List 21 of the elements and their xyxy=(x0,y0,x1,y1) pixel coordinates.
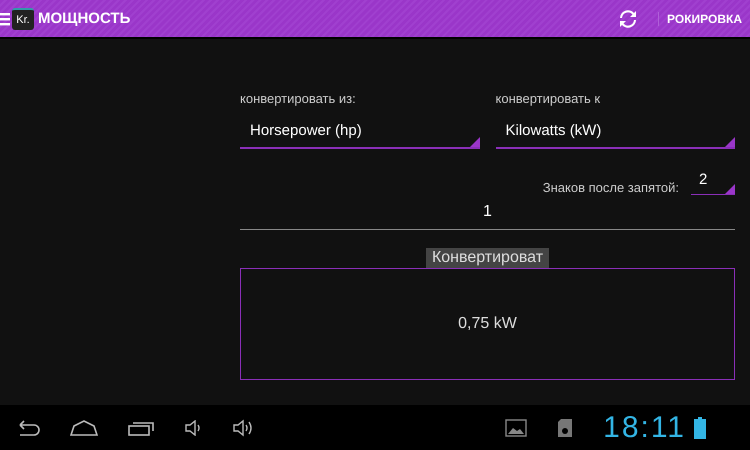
app-icon[interactable]: Kr. xyxy=(12,8,34,30)
clock: 18:11 xyxy=(603,410,686,444)
volume-up-icon[interactable] xyxy=(232,418,254,436)
volume-down-icon[interactable] xyxy=(184,420,202,436)
to-label: конвертировать к xyxy=(496,91,602,106)
from-label: конвертировать из: xyxy=(240,91,357,106)
convert-button[interactable]: Конвертироват xyxy=(426,248,550,268)
decimals-spinner[interactable]: 2 xyxy=(691,171,735,195)
decimals-label: Знаков после запятой: xyxy=(542,180,679,195)
sd-card-icon xyxy=(557,418,574,438)
result-text: 0,75 kW xyxy=(458,315,517,333)
recent-apps-icon[interactable] xyxy=(128,420,154,436)
battery-icon xyxy=(694,416,706,438)
from-unit-spinner[interactable]: Horsepower (hp) xyxy=(240,116,480,149)
menu-icon[interactable] xyxy=(0,12,10,26)
to-unit-spinner[interactable]: Kilowatts (kW) xyxy=(496,116,735,149)
swap-action[interactable]: РОКИРОВКА xyxy=(658,12,742,26)
value-input-field[interactable]: 1 xyxy=(240,197,735,230)
screen-title: МОЩНОСТЬ xyxy=(38,10,132,27)
home-icon[interactable] xyxy=(70,420,98,436)
image-icon xyxy=(505,418,528,436)
